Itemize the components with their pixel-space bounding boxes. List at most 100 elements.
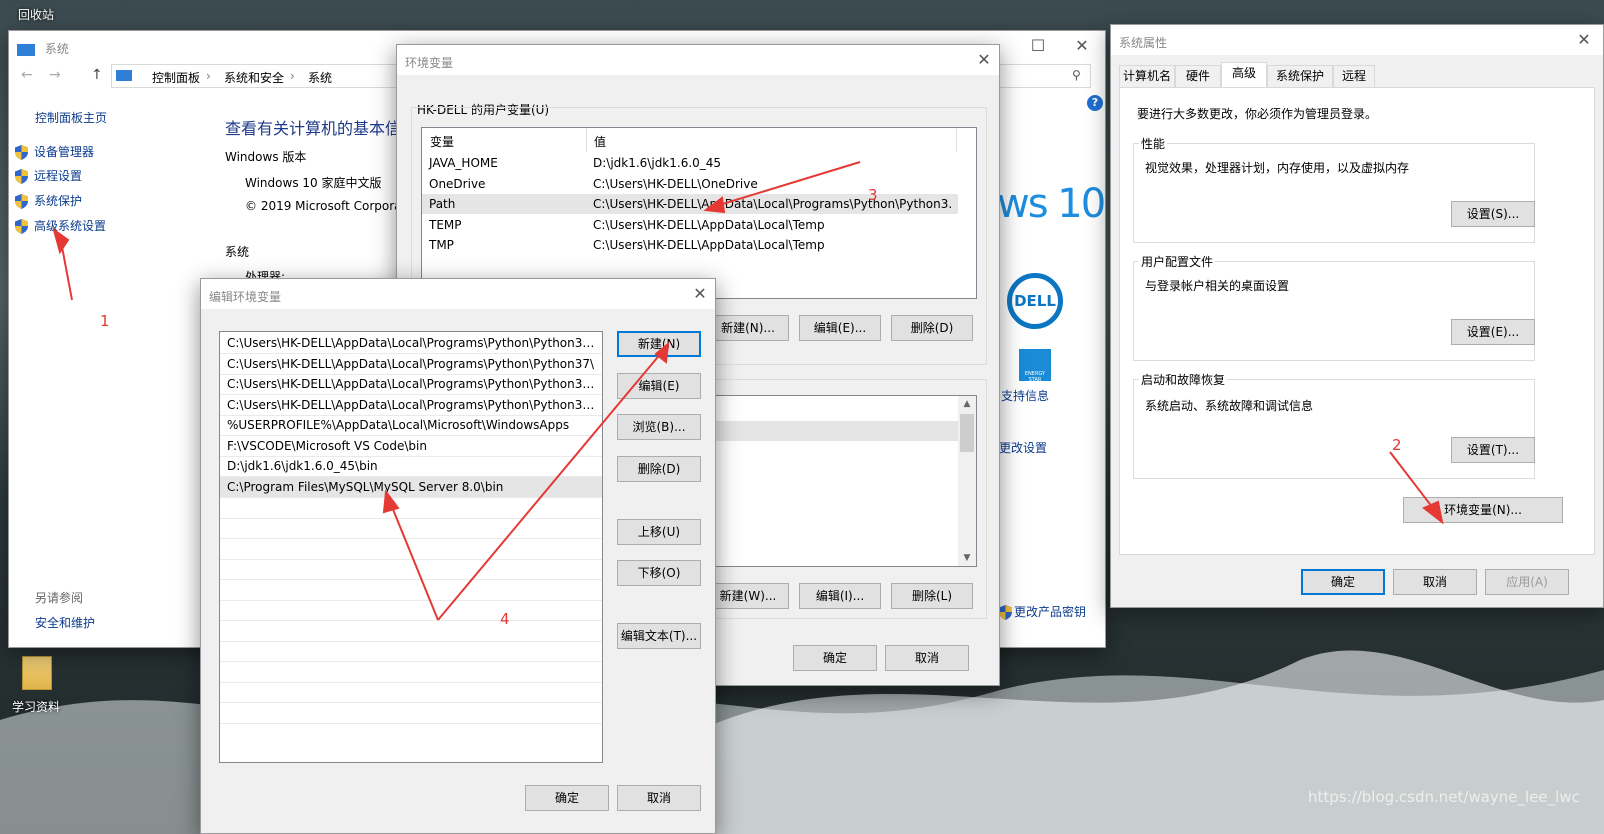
- list-item[interactable]: F:\VSCODE\Microsoft VS Code\bin: [220, 436, 602, 456]
- sidebar-item-label: 高级系统设置: [34, 219, 107, 233]
- copyright-text: © 2019 Microsoft Corpora: [245, 199, 402, 213]
- close-icon[interactable]: ✕: [971, 50, 997, 70]
- sidebar-home-link[interactable]: 控制面板主页: [35, 109, 107, 126]
- dell-logo: DELL: [1007, 273, 1063, 329]
- annotation-4: 4: [500, 610, 510, 628]
- change-settings-link[interactable]: 更改设置: [999, 439, 1047, 456]
- nav-forward-icon[interactable]: →: [49, 67, 61, 83]
- tab-system-protection[interactable]: 系统保护: [1267, 65, 1333, 87]
- row-divider: [220, 641, 602, 642]
- maximize-icon[interactable]: ☐: [1025, 36, 1051, 56]
- table-row[interactable]: TEMP C:\Users\HK-DELL\AppData\Local\Temp: [422, 215, 976, 235]
- delete-entry-button[interactable]: 删除(D): [617, 456, 701, 482]
- sidebar-item-label: 远程设置: [34, 169, 83, 183]
- row-divider: [220, 600, 602, 601]
- scroll-up-icon[interactable]: ▲: [958, 396, 976, 412]
- path-entries-list[interactable]: C:\Users\HK-DELL\AppData\Local\Programs\…: [219, 331, 603, 763]
- list-item[interactable]: C:\Users\HK-DELL\AppData\Local\Programs\…: [220, 354, 602, 374]
- system-new-button[interactable]: 新建(W)...: [707, 583, 789, 609]
- folder-label[interactable]: 学习资料: [12, 698, 60, 715]
- table-row[interactable]: JAVA_HOME D:\jdk1.6\jdk1.6.0_45: [422, 153, 976, 173]
- table-row[interactable]: TMP C:\Users\HK-DELL\AppData\Local\Temp: [422, 235, 976, 255]
- user-profiles-group: [1133, 261, 1535, 361]
- browse-button[interactable]: 浏览(B)...: [617, 414, 701, 440]
- sysprops-apply-button[interactable]: 应用(A): [1485, 569, 1569, 595]
- shield-icon: [15, 194, 28, 209]
- column-divider: [586, 128, 587, 152]
- tab-computer-name[interactable]: 计算机名: [1119, 65, 1175, 87]
- table-row[interactable]: Path C:\Users\HK-DELL\AppData\Local\Progr…: [422, 194, 958, 214]
- annotation-3: 3: [868, 186, 878, 204]
- sidebar-item-advanced[interactable]: 高级系统设置: [15, 217, 106, 234]
- startup-recovery-desc: 系统启动、系统故障和调试信息: [1145, 399, 1314, 413]
- env-ok-button[interactable]: 确定: [793, 645, 877, 671]
- move-down-button[interactable]: 下移(O): [617, 560, 701, 586]
- user-edit-button[interactable]: 编辑(E)...: [799, 315, 881, 341]
- product-key-link[interactable]: 更改产品密钥: [999, 603, 1086, 620]
- column-header-value[interactable]: 值: [594, 133, 606, 150]
- list-item[interactable]: %USERPROFILE%\AppData\Local\Microsoft\Wi…: [220, 415, 602, 435]
- support-info-link[interactable]: 支持信息: [1001, 387, 1049, 404]
- list-item[interactable]: D:\jdk1.6\jdk1.6.0_45\bin: [220, 456, 602, 476]
- shield-icon: [999, 605, 1012, 620]
- sysprops-window-title[interactable]: 系统属性: [1111, 25, 1603, 55]
- user-profiles-settings-button[interactable]: 设置(E)...: [1451, 319, 1535, 345]
- tab-hardware[interactable]: 硬件: [1175, 65, 1221, 87]
- nav-back-icon[interactable]: ←: [21, 67, 33, 83]
- edit-entry-button[interactable]: 编辑(E): [617, 373, 701, 399]
- performance-settings-button[interactable]: 设置(S)...: [1451, 201, 1535, 227]
- search-icon[interactable]: ⚲: [1072, 68, 1081, 82]
- column-header-variable[interactable]: 变量: [430, 133, 454, 150]
- close-icon[interactable]: ✕: [1571, 30, 1597, 50]
- close-icon[interactable]: ✕: [687, 284, 713, 304]
- sidebar-item-remote[interactable]: 远程设置: [15, 167, 82, 184]
- help-icon[interactable]: ?: [1087, 95, 1103, 111]
- edit-ok-button[interactable]: 确定: [525, 785, 609, 811]
- breadcrumb-control-panel[interactable]: 控制面板: [152, 69, 200, 86]
- breadcrumb-system-security[interactable]: 系统和安全: [224, 69, 284, 86]
- list-item[interactable]: C:\Users\HK-DELL\AppData\Local\Programs\…: [220, 333, 602, 353]
- breadcrumb-system[interactable]: 系统: [308, 69, 332, 86]
- table-row[interactable]: OneDrive C:\Users\HK-DELL\OneDrive: [422, 174, 976, 194]
- list-item[interactable]: C:\Users\HK-DELL\AppData\Local\Programs\…: [220, 374, 602, 394]
- edit-cancel-button[interactable]: 取消: [617, 785, 701, 811]
- environment-variables-button[interactable]: 环境变量(N)...: [1403, 497, 1563, 523]
- watermark: https://blog.csdn.net/wayne_lee_lwc: [1308, 788, 1580, 806]
- tab-advanced[interactable]: 高级: [1221, 62, 1267, 88]
- shield-icon: [15, 145, 28, 160]
- edition-value: Windows 10 家庭中文版: [245, 176, 382, 190]
- user-new-button[interactable]: 新建(N)...: [707, 315, 789, 341]
- performance-group: [1133, 143, 1535, 243]
- list-item[interactable]: C:\Users\HK-DELL\AppData\Local\Programs\…: [220, 395, 602, 415]
- scroll-down-icon[interactable]: ▼: [958, 550, 976, 566]
- security-maintenance-link[interactable]: 安全和维护: [35, 614, 95, 631]
- move-up-button[interactable]: 上移(U): [617, 519, 701, 545]
- tab-remote[interactable]: 远程: [1333, 65, 1375, 87]
- sidebar-item-device-manager[interactable]: 设备管理器: [15, 143, 94, 160]
- user-vars-table[interactable]: 变量 值 JAVA_HOME D:\jdk1.6\jdk1.6.0_45 OneD…: [421, 127, 977, 299]
- env-window-title[interactable]: 环境变量: [397, 45, 999, 75]
- scrollbar[interactable]: ▲ ▼: [958, 396, 976, 566]
- system-edit-button[interactable]: 编辑(I)...: [799, 583, 881, 609]
- var-name: TEMP: [429, 218, 462, 232]
- scroll-thumb[interactable]: [960, 414, 974, 452]
- system-delete-button[interactable]: 删除(L): [891, 583, 973, 609]
- folder-icon[interactable]: [22, 656, 52, 690]
- nav-up-icon[interactable]: ↑: [91, 67, 103, 83]
- sidebar-item-protection[interactable]: 系统保护: [15, 192, 82, 209]
- recycle-bin-label[interactable]: 回收站: [18, 6, 54, 23]
- edit-text-button[interactable]: 编辑文本(T)...: [617, 623, 701, 649]
- env-cancel-button[interactable]: 取消: [885, 645, 969, 671]
- startup-recovery-settings-button[interactable]: 设置(T)...: [1451, 437, 1535, 463]
- edit-window-title[interactable]: 编辑环境变量: [201, 279, 715, 309]
- var-value: D:\jdk1.6\jdk1.6.0_45: [593, 156, 722, 170]
- close-icon[interactable]: ✕: [1069, 36, 1095, 56]
- user-delete-button[interactable]: 删除(D): [891, 315, 973, 341]
- row-divider: [220, 497, 602, 498]
- windows10-logo: ws 10: [997, 181, 1106, 227]
- sysprops-cancel-button[interactable]: 取消: [1393, 569, 1477, 595]
- list-item[interactable]: C:\Program Files\MySQL\MySQL Server 8.0\…: [220, 477, 602, 497]
- new-entry-button[interactable]: 新建(N): [617, 331, 701, 357]
- sysprops-ok-button[interactable]: 确定: [1301, 569, 1385, 595]
- annotation-2: 2: [1392, 436, 1402, 454]
